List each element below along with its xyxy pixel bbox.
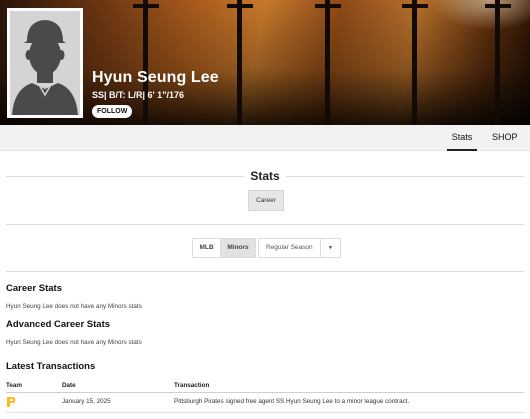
light-tower-pole — [412, 0, 417, 125]
player-subnav: Stats SHOP — [0, 125, 530, 151]
table-row-divider — [6, 412, 524, 413]
player-name: Hyun Seung Lee — [92, 69, 219, 86]
caret-down-icon: ▼ — [328, 245, 333, 251]
player-headshot — [7, 8, 83, 118]
select-separator — [320, 239, 321, 257]
advanced-stats-note: Hyun Seung Lee does not have any Minors … — [6, 339, 142, 346]
season-type-value: Regular Season — [266, 244, 313, 251]
transaction-date: January 15, 2025 — [62, 398, 111, 405]
column-header-team: Team — [6, 382, 22, 389]
light-tower-pole — [325, 0, 330, 125]
stats-heading: Stats — [0, 169, 530, 183]
advanced-stats-title: Advanced Career Stats — [6, 319, 111, 330]
toggle-mlb[interactable]: MLB — [192, 238, 221, 258]
light-tower-pole — [143, 0, 148, 125]
stats-heading-label: Stats — [244, 169, 286, 183]
follow-button[interactable]: FOLLOW — [92, 105, 133, 118]
transactions-title: Latest Transactions — [6, 361, 96, 372]
league-toggle: MLB Minors — [192, 238, 256, 258]
column-header-transaction: Transaction — [174, 382, 210, 389]
light-tower-pole — [495, 0, 500, 125]
light-tower-pole — [237, 0, 242, 125]
column-header-date: Date — [62, 382, 76, 389]
career-button[interactable]: Career — [248, 190, 284, 211]
pirates-logo-icon[interactable] — [6, 396, 16, 408]
tab-stats[interactable]: Stats — [447, 125, 477, 151]
table-row: January 15, 2025 Pittsburgh Pirates sign… — [0, 393, 530, 411]
career-stats-title: Career Stats — [6, 283, 62, 294]
stadium-light-glow — [430, 0, 530, 30]
section-divider — [6, 271, 524, 272]
tab-shop[interactable]: SHOP — [492, 125, 518, 151]
player-bio: SS| B/T: L/R| 6' 1"/176 — [92, 90, 184, 100]
season-type-select[interactable]: Regular Season ▼ — [258, 238, 341, 258]
transaction-text: Pittsburgh Pirates signed free agent SS … — [174, 398, 410, 405]
section-divider — [6, 224, 524, 225]
toggle-minors[interactable]: Minors — [221, 238, 256, 258]
career-stats-note: Hyun Seung Lee does not have any Minors … — [6, 303, 142, 310]
player-hero-banner: Hyun Seung Lee SS| B/T: L/R| 6' 1"/176 F… — [0, 0, 530, 125]
silhouette-avatar-icon — [10, 11, 80, 115]
